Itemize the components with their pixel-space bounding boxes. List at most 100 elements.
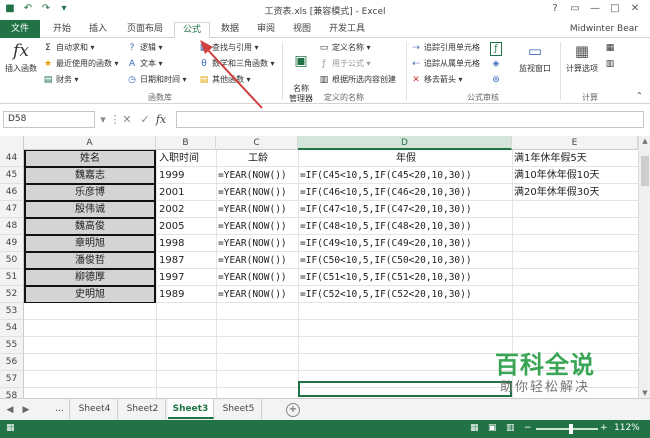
row-header[interactable]: 46 xyxy=(0,184,24,201)
cell-d[interactable]: =IF(C46<10,5,IF(C46<20,10,30)) xyxy=(298,184,512,201)
cell-b[interactable]: 入职时间 xyxy=(156,150,216,167)
cell-b[interactable]: 1999 xyxy=(156,167,216,184)
cell-e[interactable]: 满10年休年假10天 xyxy=(512,167,638,184)
cell-b[interactable]: 2002 xyxy=(156,201,216,218)
cell-b[interactable] xyxy=(156,303,216,320)
formula-input[interactable] xyxy=(176,111,644,128)
row-header[interactable]: 57 xyxy=(0,371,24,388)
cell-b[interactable]: 2005 xyxy=(156,218,216,235)
close-button[interactable]: ✕ xyxy=(626,1,644,17)
row-header[interactable]: 53 xyxy=(0,303,24,320)
cell-e[interactable]: 满1年休年假5天 xyxy=(512,150,638,167)
cell-c[interactable]: =YEAR(NOW()) xyxy=(216,167,298,184)
add-sheet-icon[interactable]: + xyxy=(286,403,300,417)
recent-functions-button[interactable]: ★ 最近使用的函数 ▾ xyxy=(42,58,119,70)
create-from-selection-button[interactable]: ▥ 根据所选内容创建 xyxy=(318,74,396,86)
cell-c[interactable]: =YEAR(NOW()) xyxy=(216,269,298,286)
help-button[interactable]: ? xyxy=(546,1,564,17)
cell-b[interactable] xyxy=(156,354,216,371)
cell-e[interactable] xyxy=(512,320,638,337)
cell-name[interactable]: 魏嘉志 xyxy=(24,167,156,184)
cell-e[interactable] xyxy=(512,269,638,286)
cell-d[interactable] xyxy=(298,303,512,320)
cell-b[interactable]: 1989 xyxy=(156,286,216,303)
scroll-thumb[interactable] xyxy=(641,156,649,186)
error-checking-icon[interactable]: ◈ xyxy=(490,58,504,70)
more-functions-button[interactable]: ▤ 其他函数 ▾ xyxy=(198,74,251,86)
row-header[interactable]: 44 xyxy=(0,150,24,167)
use-in-formula-button[interactable]: ƒ 用于公式 ▾ xyxy=(318,58,370,70)
cell-b[interactable]: 2001 xyxy=(156,184,216,201)
cell-c[interactable]: =YEAR(NOW()) xyxy=(216,201,298,218)
next-sheet-icon[interactable]: ▶ xyxy=(20,403,32,417)
column-header-b[interactable]: B xyxy=(156,136,216,150)
cell-c[interactable] xyxy=(216,371,298,388)
first-sheet-icon[interactable]: ◀ xyxy=(4,403,16,417)
cell-b[interactable]: 1987 xyxy=(156,252,216,269)
cell-b[interactable] xyxy=(156,371,216,388)
row-header[interactable]: 55 xyxy=(0,337,24,354)
cell-b[interactable] xyxy=(156,337,216,354)
column-header-d[interactable]: D xyxy=(298,136,512,150)
page-break-view-icon[interactable]: ▥ xyxy=(506,423,515,433)
sheet-tab-sheet5[interactable]: Sheet5 xyxy=(216,399,262,419)
cell-b[interactable] xyxy=(156,320,216,337)
cell-d[interactable]: 年假 xyxy=(298,150,512,167)
tab-view[interactable]: 视图 xyxy=(284,22,320,38)
zoom-out-icon[interactable]: − xyxy=(524,423,532,433)
row-header[interactable]: 56 xyxy=(0,354,24,371)
calculate-now-icon[interactable]: ▦ xyxy=(604,42,618,54)
column-header-c[interactable]: C xyxy=(216,136,298,150)
define-name-button[interactable]: ▭ 定义名称 ▾ xyxy=(318,42,371,54)
ribbon-display-button[interactable]: ▭ xyxy=(566,1,584,17)
vertical-scrollbar[interactable]: ▲ ▼ xyxy=(638,136,650,398)
trace-precedents-button[interactable]: ⇢ 追踪引用单元格 xyxy=(410,42,480,54)
zoom-in-icon[interactable]: + xyxy=(600,423,608,433)
cell-e[interactable] xyxy=(512,286,638,303)
insert-function-icon[interactable]: fx xyxy=(154,111,168,128)
tab-review[interactable]: 审阅 xyxy=(248,22,284,38)
cell-e[interactable] xyxy=(512,252,638,269)
zoom-slider[interactable] xyxy=(536,428,598,430)
row-header[interactable]: 51 xyxy=(0,269,24,286)
cell-e[interactable] xyxy=(512,235,638,252)
lookup-reference-button[interactable]: ▦ 查找与引用 ▾ xyxy=(198,42,259,54)
page-layout-view-icon[interactable]: ▣ xyxy=(488,423,497,433)
row-header[interactable]: 49 xyxy=(0,235,24,252)
sheet-tab-sheet3[interactable]: Sheet3 xyxy=(168,399,214,419)
tab-developer[interactable]: 开发工具 xyxy=(322,22,372,38)
cell-d[interactable]: =IF(C48<10,5,IF(C48<20,10,30)) xyxy=(298,218,512,235)
name-box[interactable]: D58 xyxy=(3,111,95,128)
text-button[interactable]: A 文本 ▾ xyxy=(126,58,163,70)
cell-c[interactable]: =YEAR(NOW()) xyxy=(216,252,298,269)
cell-c[interactable] xyxy=(216,320,298,337)
cell-c[interactable] xyxy=(216,303,298,320)
date-time-button[interactable]: ◷ 日期和时间 ▾ xyxy=(126,74,187,86)
cell-b[interactable]: 1997 xyxy=(156,269,216,286)
cell-name[interactable]: 柳德厚 xyxy=(24,269,156,286)
tab-formulas[interactable]: 公式 xyxy=(174,22,210,39)
scroll-down-icon[interactable]: ▼ xyxy=(639,388,650,398)
cell-c[interactable]: =YEAR(NOW()) xyxy=(216,218,298,235)
normal-view-icon[interactable]: ▦ xyxy=(470,423,479,433)
sheet-tab-more[interactable]: ... xyxy=(50,399,70,419)
math-trig-button[interactable]: θ 数学和三角函数 ▾ xyxy=(198,58,274,70)
tab-file[interactable]: 文件 xyxy=(0,20,40,38)
cell-d[interactable] xyxy=(298,320,512,337)
cell-c[interactable]: =YEAR(NOW()) xyxy=(216,184,298,201)
enter-icon[interactable]: ✓ xyxy=(138,111,152,128)
scroll-up-icon[interactable]: ▲ xyxy=(639,136,650,146)
row-header[interactable]: 47 xyxy=(0,201,24,218)
financial-button[interactable]: ▤ 财务 ▾ xyxy=(42,74,79,86)
tab-page-layout[interactable]: 页面布局 xyxy=(118,22,172,38)
column-header-a[interactable]: A xyxy=(24,136,156,150)
cell-d[interactable]: =IF(C50<10,5,IF(C50<20,10,30)) xyxy=(298,252,512,269)
user-name[interactable]: Midwinter Bear xyxy=(570,24,638,34)
watch-window-button[interactable]: ▭ 监视窗口 xyxy=(512,40,558,74)
cell-name[interactable]: 魏高俊 xyxy=(24,218,156,235)
cell-b[interactable]: 1998 xyxy=(156,235,216,252)
evaluate-formula-icon[interactable]: ⊛ xyxy=(490,74,504,86)
calculation-options-button[interactable]: ▦ 计算选项 xyxy=(562,40,602,74)
cell-c[interactable]: =YEAR(NOW()) xyxy=(216,286,298,303)
cancel-icon[interactable]: ✕ xyxy=(120,111,134,128)
